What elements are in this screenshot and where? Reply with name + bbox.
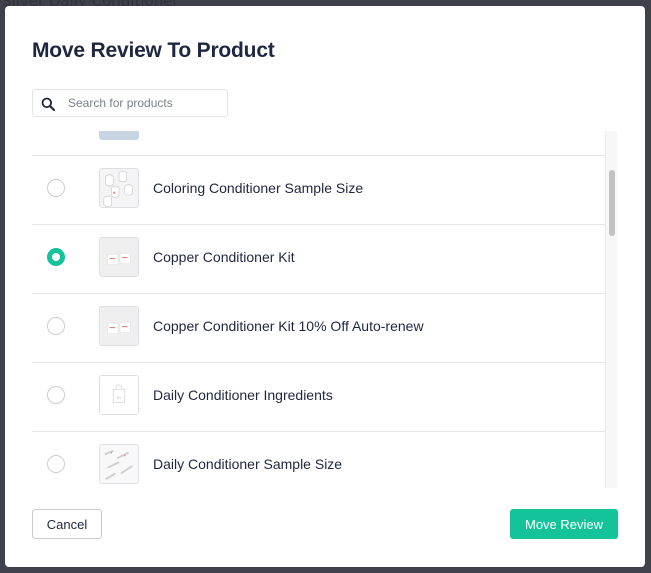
product-radio[interactable] bbox=[47, 386, 65, 404]
product-radio[interactable] bbox=[47, 455, 65, 473]
product-radio[interactable] bbox=[47, 317, 65, 335]
product-row[interactable]: JD Daily Conditioner Ingredients bbox=[32, 362, 605, 431]
move-review-modal: Move Review To Product Search for produc… bbox=[5, 6, 645, 567]
product-row[interactable]: Daily Conditioner Sample Size bbox=[32, 431, 605, 488]
product-thumbnail bbox=[99, 306, 139, 346]
product-radio[interactable] bbox=[47, 179, 65, 197]
product-thumbnail bbox=[99, 237, 139, 277]
modal-title: Move Review To Product bbox=[32, 39, 275, 62]
product-thumbnail bbox=[99, 168, 139, 208]
product-name: Coloring Conditioner Sample Size bbox=[153, 180, 364, 196]
product-radio-selected[interactable] bbox=[47, 248, 65, 266]
cancel-button[interactable]: Cancel bbox=[32, 509, 102, 539]
svg-text:JD: JD bbox=[116, 395, 121, 400]
product-name: Daily Conditioner Ingredients bbox=[153, 387, 333, 403]
product-thumbnail bbox=[99, 444, 139, 484]
product-name: Copper Conditioner Kit 10% Off Auto-rene… bbox=[153, 318, 424, 334]
product-list-scrollbar[interactable] bbox=[605, 131, 617, 488]
search-icon bbox=[41, 96, 55, 111]
product-name: Daily Conditioner Sample Size bbox=[153, 456, 343, 472]
product-row[interactable]: Copper Conditioner Kit 10% Off Auto-rene… bbox=[32, 293, 605, 362]
product-row[interactable]: Copper Conditioner Kit bbox=[32, 224, 605, 293]
product-search bbox=[32, 89, 228, 117]
product-list: Coloring Conditioner Sample Size Copper … bbox=[32, 131, 605, 488]
product-row[interactable]: Coloring Conditioner Sample Size bbox=[32, 155, 605, 224]
move-review-button[interactable]: Move Review bbox=[510, 509, 618, 539]
product-name: Copper Conditioner Kit bbox=[153, 249, 295, 265]
product-thumbnail-partial bbox=[99, 131, 139, 140]
product-thumbnail: JD bbox=[99, 375, 139, 415]
scrollbar-thumb[interactable] bbox=[609, 170, 615, 236]
search-input[interactable] bbox=[68, 94, 223, 112]
